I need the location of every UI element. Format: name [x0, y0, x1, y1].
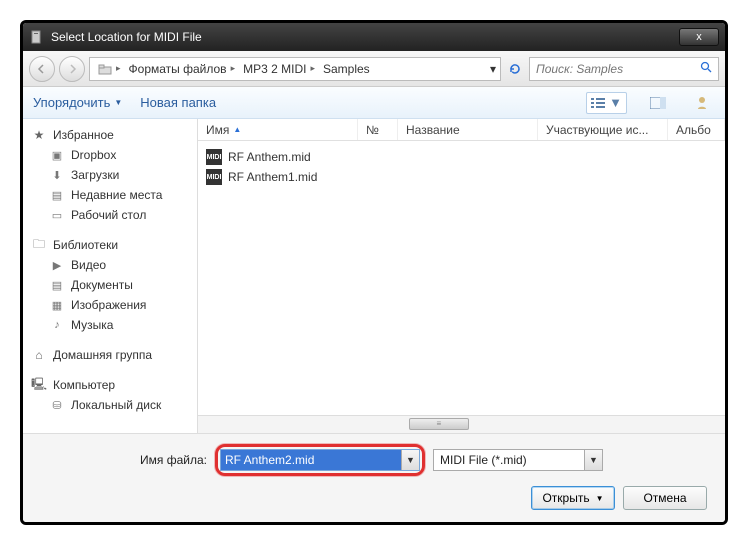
- file-list: MIDIRF Anthem.mid MIDIRF Anthem1.mid: [198, 141, 725, 415]
- filename-label: Имя файла:: [37, 453, 207, 467]
- preview-pane-icon[interactable]: [645, 92, 671, 114]
- path-root-icon: ▸: [94, 62, 125, 76]
- toolbar: Упорядочить▼ Новая папка ▼: [23, 87, 725, 119]
- col-album[interactable]: Альбо: [668, 119, 725, 140]
- search-icon[interactable]: [700, 61, 712, 76]
- path-dropdown-icon[interactable]: ▾: [490, 62, 496, 76]
- col-artists[interactable]: Участвующие ис...: [538, 119, 668, 140]
- navigation-bar: ▸ Форматы файлов▸ MP3 2 MIDI▸ Samples ▾: [23, 51, 725, 87]
- sidebar-group-computer: 🖳Компьютер ⛁Локальный диск: [23, 375, 197, 415]
- breadcrumb-path[interactable]: ▸ Форматы файлов▸ MP3 2 MIDI▸ Samples ▾: [89, 57, 501, 81]
- close-button[interactable]: x: [679, 28, 719, 46]
- window-title: Select Location for MIDI File: [51, 30, 679, 44]
- filetype-dropdown-icon[interactable]: ▼: [584, 450, 602, 470]
- sidebar-item-documents[interactable]: ▤Документы: [23, 275, 197, 295]
- file-row[interactable]: MIDIRF Anthem.mid: [202, 147, 721, 167]
- body: ★Избранное ▣Dropbox ⬇Загрузки ▤Недавние …: [23, 119, 725, 433]
- sidebar-item-music[interactable]: ♪Музыка: [23, 315, 197, 335]
- help-icon[interactable]: [689, 92, 715, 114]
- dialog-window: Select Location for MIDI File x ▸ Формат…: [20, 20, 728, 525]
- open-button[interactable]: Открыть▼: [531, 486, 615, 510]
- sidebar-item-localdisk[interactable]: ⛁Локальный диск: [23, 395, 197, 415]
- path-seg-1[interactable]: Форматы файлов▸: [125, 62, 240, 76]
- sidebar-item-pictures[interactable]: ▦Изображения: [23, 295, 197, 315]
- file-row[interactable]: MIDIRF Anthem1.mid: [202, 167, 721, 187]
- col-title[interactable]: Название: [398, 119, 538, 140]
- refresh-icon[interactable]: [505, 59, 525, 79]
- sidebar-head-libraries[interactable]: 🗀Библиотеки: [23, 235, 197, 255]
- horizontal-scrollbar[interactable]: ≡: [198, 415, 725, 433]
- midi-file-icon: MIDI: [206, 149, 222, 165]
- sidebar-item-desktop[interactable]: ▭Рабочий стол: [23, 205, 197, 225]
- col-number[interactable]: №: [358, 119, 398, 140]
- sidebar-head-homegroup[interactable]: ⌂Домашняя группа: [23, 345, 197, 365]
- sidebar-item-video[interactable]: ▶Видео: [23, 255, 197, 275]
- col-name[interactable]: Имя▲: [198, 119, 358, 140]
- column-headers: Имя▲ № Название Участвующие ис... Альбо: [198, 119, 725, 141]
- sidebar-group-homegroup: ⌂Домашняя группа: [23, 345, 197, 365]
- scrollbar-thumb[interactable]: ≡: [409, 418, 469, 430]
- path-seg-2[interactable]: MP3 2 MIDI▸: [239, 62, 319, 76]
- filename-highlight: RF Anthem2.mid ▼: [215, 444, 425, 476]
- cancel-button[interactable]: Отмена: [623, 486, 707, 510]
- title-bar: Select Location for MIDI File x: [23, 23, 725, 51]
- search-input[interactable]: [536, 62, 700, 76]
- filename-combobox[interactable]: RF Anthem2.mid ▼: [220, 449, 420, 471]
- filetype-combobox[interactable]: MIDI File (*.mid) ▼: [433, 449, 603, 471]
- filename-value[interactable]: RF Anthem2.mid: [221, 450, 401, 470]
- midi-file-icon: MIDI: [206, 169, 222, 185]
- sidebar-head-computer[interactable]: 🖳Компьютер: [23, 375, 197, 395]
- app-icon: [29, 29, 45, 45]
- sidebar: ★Избранное ▣Dropbox ⬇Загрузки ▤Недавние …: [23, 119, 198, 433]
- filename-dropdown-icon[interactable]: ▼: [401, 450, 419, 470]
- sidebar-group-libraries: 🗀Библиотеки ▶Видео ▤Документы ▦Изображен…: [23, 235, 197, 335]
- back-button[interactable]: [29, 56, 55, 82]
- sidebar-item-downloads[interactable]: ⬇Загрузки: [23, 165, 197, 185]
- bottom-panel: Имя файла: RF Anthem2.mid ▼ MIDI File (*…: [23, 433, 725, 522]
- search-box[interactable]: [529, 57, 719, 81]
- sidebar-group-favorites: ★Избранное ▣Dropbox ⬇Загрузки ▤Недавние …: [23, 125, 197, 225]
- file-pane: Имя▲ № Название Участвующие ис... Альбо …: [198, 119, 725, 433]
- new-folder-button[interactable]: Новая папка: [140, 95, 216, 110]
- path-seg-3[interactable]: Samples: [319, 62, 374, 76]
- organize-menu[interactable]: Упорядочить▼: [33, 95, 122, 110]
- sidebar-item-dropbox[interactable]: ▣Dropbox: [23, 145, 197, 165]
- forward-button[interactable]: [59, 56, 85, 82]
- filetype-value: MIDI File (*.mid): [434, 453, 584, 467]
- sidebar-item-recent[interactable]: ▤Недавние места: [23, 185, 197, 205]
- view-mode-button[interactable]: ▼: [586, 92, 627, 114]
- sidebar-head-favorites[interactable]: ★Избранное: [23, 125, 197, 145]
